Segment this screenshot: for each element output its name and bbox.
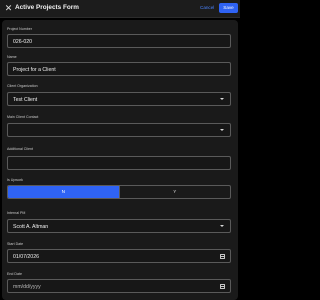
save-button[interactable]: Save bbox=[219, 3, 238, 13]
close-icon[interactable]: ✕ bbox=[3, 3, 14, 14]
client-organization-value: Test Client bbox=[13, 96, 38, 103]
form-panel: Project Number 026-020 Name Project for … bbox=[2, 20, 238, 300]
end-date-label: End Date bbox=[7, 272, 22, 276]
project-number-field[interactable]: 026-020 bbox=[7, 34, 231, 48]
is-upwork-option-n[interactable]: N bbox=[8, 186, 119, 198]
calendar-icon[interactable] bbox=[220, 284, 225, 289]
internal-pm-select[interactable]: Scott A. Altman bbox=[7, 219, 231, 233]
calendar-icon[interactable] bbox=[220, 254, 225, 259]
is-upwork-label: Is Upwork bbox=[7, 178, 23, 182]
page-title: Active Projects Form bbox=[15, 4, 79, 11]
chevron-down-icon bbox=[220, 129, 224, 131]
end-date-placeholder: mm/dd/yyyy bbox=[13, 283, 41, 290]
name-field[interactable]: Project for a Client bbox=[7, 62, 231, 76]
internal-pm-value: Scott A. Altman bbox=[13, 223, 49, 230]
name-value: Project for a Client bbox=[13, 66, 56, 73]
is-upwork-toggle: N Y bbox=[7, 185, 231, 199]
end-date-field[interactable]: mm/dd/yyyy bbox=[7, 279, 231, 293]
client-organization-label: Client Organization bbox=[7, 84, 38, 88]
chevron-down-icon bbox=[220, 98, 224, 100]
start-date-label: Start Date bbox=[7, 242, 24, 246]
name-label: Name bbox=[7, 55, 17, 59]
additional-client-label: Additional Client bbox=[7, 147, 33, 151]
chevron-down-icon bbox=[220, 225, 224, 227]
start-date-field[interactable]: 01/07/2026 bbox=[7, 249, 231, 263]
main-client-contact-select[interactable] bbox=[7, 123, 231, 137]
cancel-button[interactable]: Cancel bbox=[200, 5, 214, 10]
client-organization-select[interactable]: Test Client bbox=[7, 92, 231, 106]
start-date-value: 01/07/2026 bbox=[13, 253, 39, 260]
project-number-value: 026-020 bbox=[13, 38, 33, 45]
top-bar: ✕ Active Projects Form Cancel Save bbox=[0, 0, 240, 18]
main-client-contact-label: Main Client Contact bbox=[7, 115, 39, 119]
internal-pm-label: Internal PM bbox=[7, 211, 26, 215]
project-number-label: Project Number bbox=[7, 27, 32, 31]
additional-client-field[interactable] bbox=[7, 156, 231, 170]
is-upwork-option-y[interactable]: Y bbox=[118, 186, 231, 198]
